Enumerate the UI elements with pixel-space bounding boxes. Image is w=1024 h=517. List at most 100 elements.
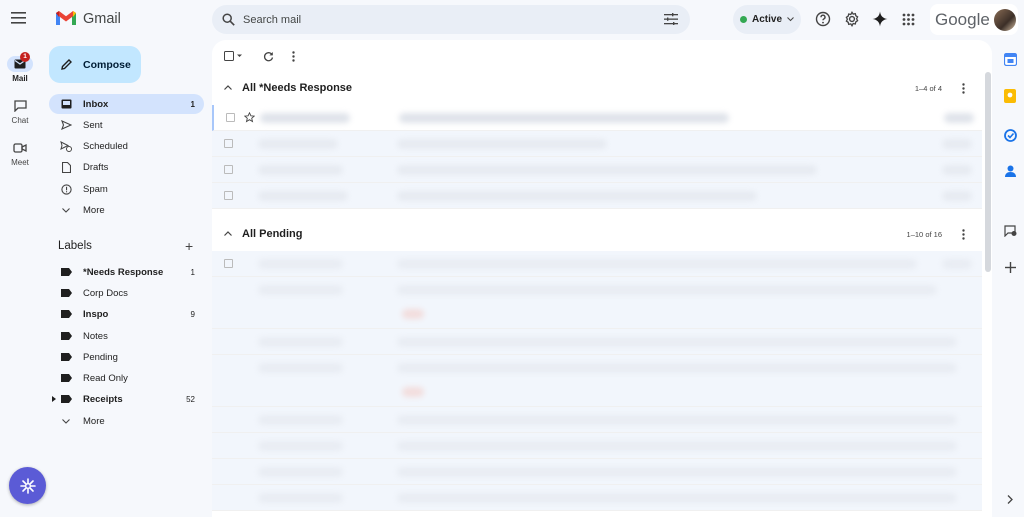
label-item[interactable]: Inspo 9 (49, 304, 204, 324)
label-item[interactable]: Read Only (49, 368, 204, 388)
sender-redacted (258, 363, 343, 373)
google-brand: Google (935, 9, 990, 29)
label-item[interactable]: Receipts 52 (49, 389, 204, 409)
row-checkbox[interactable] (226, 113, 235, 122)
email-row[interactable] (212, 485, 982, 511)
collapse-chevron-icon[interactable] (224, 85, 232, 90)
add-label-icon[interactable]: + (185, 239, 193, 253)
label-item[interactable]: Pending (49, 347, 204, 367)
sender-redacted (258, 139, 338, 149)
email-row[interactable] (212, 355, 982, 407)
email-row[interactable] (212, 183, 982, 209)
nav-item-scheduled[interactable]: Scheduled (49, 136, 204, 156)
section-more-icon[interactable] (962, 229, 965, 240)
search-input[interactable] (243, 13, 643, 26)
nav-label: Scheduled (83, 140, 128, 152)
star-icon[interactable] (244, 112, 255, 123)
email-row[interactable] (212, 131, 982, 157)
settings-gear-icon[interactable] (843, 10, 861, 28)
email-row[interactable] (212, 105, 982, 131)
email-row[interactable] (212, 277, 982, 329)
status-selector[interactable]: Active (733, 5, 801, 34)
account-switcher[interactable]: Google (930, 4, 1018, 35)
email-row[interactable] (212, 407, 982, 433)
chat-icon (7, 98, 33, 114)
subject-redacted (397, 493, 957, 503)
app-name: Gmail (83, 10, 121, 27)
help-icon[interactable] (814, 10, 832, 28)
subject-redacted (397, 441, 957, 451)
contacts-icon[interactable] (1002, 163, 1018, 179)
row-checkbox[interactable] (224, 165, 233, 174)
select-all-checkbox[interactable] (224, 51, 244, 61)
section-more-icon[interactable] (962, 83, 965, 94)
row-checkbox[interactable] (224, 191, 233, 200)
nav-item-spam[interactable]: Spam (49, 179, 204, 199)
search-bar[interactable] (212, 5, 690, 34)
nav-item-drafts[interactable]: Drafts (49, 157, 204, 177)
calendar-icon[interactable] (1002, 51, 1018, 67)
gemini-sparkle-icon[interactable] (871, 10, 889, 28)
subject-redacted (397, 139, 607, 149)
gmail-m-icon (56, 11, 76, 25)
assistant-fab[interactable] (9, 467, 46, 504)
rail-item-chat[interactable]: Chat (0, 98, 40, 125)
label-item[interactable]: Notes (49, 326, 204, 346)
label-tag-icon (59, 395, 73, 403)
email-row[interactable] (212, 459, 982, 485)
label-tag-icon (59, 332, 73, 340)
rail-item-mail[interactable]: 1 Mail (0, 52, 40, 83)
nav-item-inbox[interactable]: Inbox 1 (49, 94, 204, 114)
sender-redacted (258, 191, 348, 201)
email-row[interactable] (212, 157, 982, 183)
keep-icon[interactable] (1002, 88, 1018, 104)
more-vert-icon[interactable] (292, 51, 295, 62)
label-tag-icon (59, 374, 73, 382)
rail-label-mail: Mail (12, 74, 28, 83)
email-row[interactable] (212, 433, 982, 459)
nav-item-sent[interactable]: Sent (49, 115, 204, 135)
nav-count: 1 (190, 99, 195, 109)
status-dot (739, 16, 747, 23)
email-row[interactable] (212, 251, 982, 277)
gmail-logo[interactable]: Gmail (55, 10, 121, 27)
apps-grid-icon[interactable] (899, 10, 917, 28)
labels-more[interactable]: More (49, 411, 204, 431)
sender-redacted (258, 467, 343, 477)
refresh-icon[interactable] (263, 51, 274, 62)
section-header[interactable]: All Pending 1–10 of 16 (212, 222, 992, 246)
subject-redacted (397, 337, 957, 347)
avatar[interactable] (993, 8, 1016, 31)
nav-label: Drafts (83, 161, 109, 173)
row-checkbox[interactable] (224, 259, 233, 268)
label-name: Read Only (83, 372, 128, 384)
section-title: All *Needs Response (242, 82, 353, 94)
label-item[interactable]: Corp Docs (49, 283, 204, 303)
subject-redacted (397, 259, 917, 269)
date-redacted (942, 165, 972, 175)
message-list-panel: All *Needs Response 1–4 of 4 All Pending… (212, 40, 992, 517)
label-name: Corp Docs (83, 287, 128, 299)
row-checkbox[interactable] (224, 139, 233, 148)
email-row[interactable] (212, 329, 982, 355)
pencil-icon (61, 59, 72, 70)
mail-unread-badge: 1 (20, 52, 30, 62)
scrollbar[interactable] (985, 72, 991, 272)
main-menu-icon[interactable] (11, 12, 26, 24)
collapse-chevron-icon[interactable] (224, 231, 232, 236)
rail-item-meet[interactable]: Meet (0, 140, 40, 167)
video-icon (7, 140, 33, 156)
label-item[interactable]: *Needs Response 1 (49, 262, 204, 282)
tasks-icon[interactable] (1002, 127, 1018, 143)
search-options-icon[interactable] (664, 13, 678, 25)
nav-item-more[interactable]: More (49, 200, 204, 220)
section-header[interactable]: All *Needs Response 1–4 of 4 (212, 76, 992, 100)
compose-button[interactable]: Compose (49, 46, 141, 83)
add-icon[interactable] (1002, 259, 1018, 275)
add-on-icon[interactable] (1002, 223, 1018, 239)
scheduled-send-icon (59, 140, 73, 152)
search-icon[interactable] (222, 13, 235, 26)
chevron-right-icon[interactable] (1002, 491, 1018, 507)
label-tag-icon (59, 289, 73, 297)
subject-redacted (397, 467, 957, 477)
